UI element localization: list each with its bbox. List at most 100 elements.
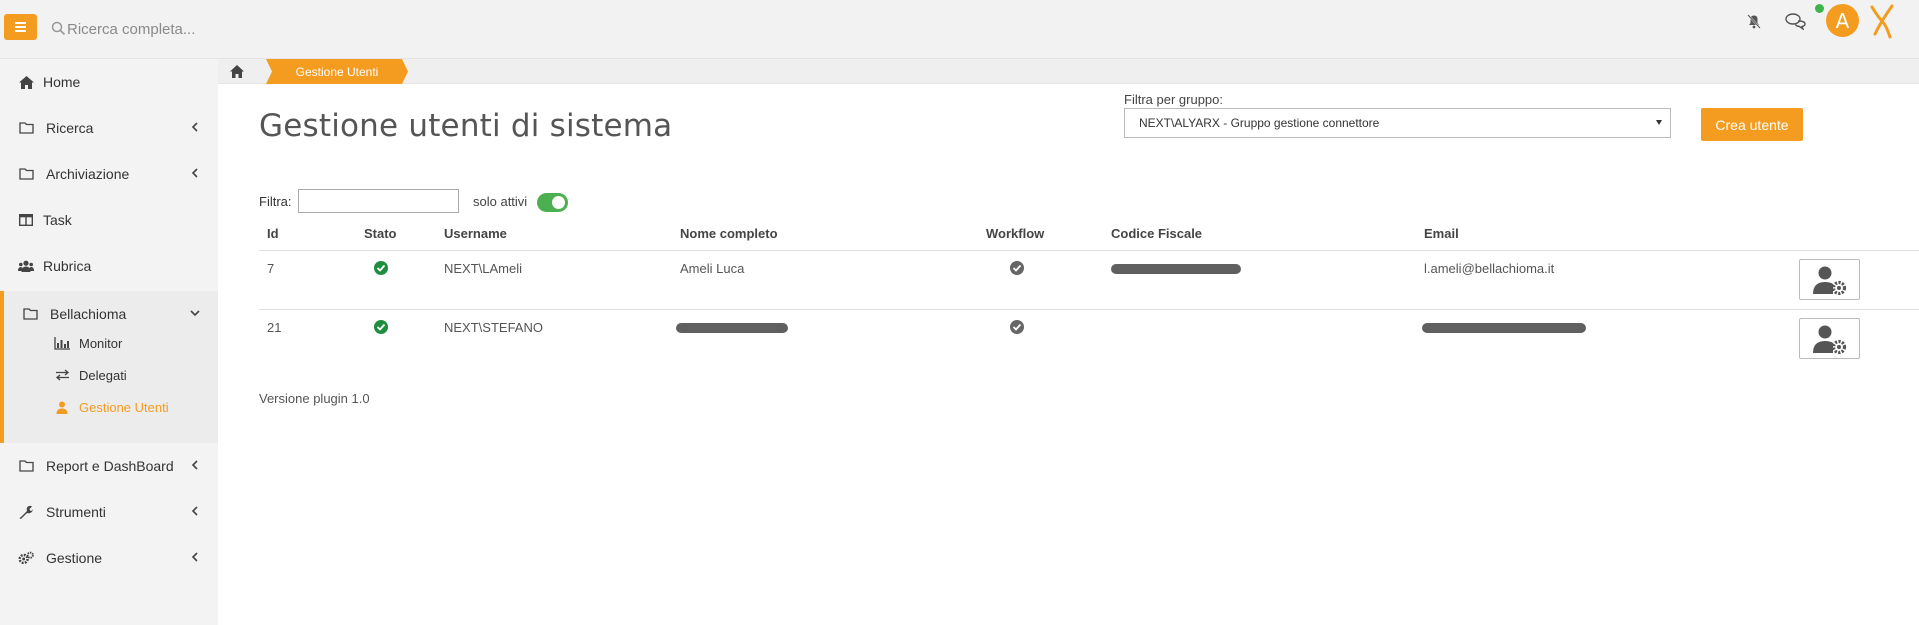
toggle-knob <box>552 196 565 209</box>
column-header-stato[interactable]: Stato <box>364 226 397 241</box>
sidebar-subitem-monitor[interactable]: Monitor <box>4 327 218 359</box>
chevron-left-icon <box>191 552 198 562</box>
group-filter-select[interactable]: NEXT\ALYARX - Gruppo gestione connettore <box>1124 108 1671 138</box>
user-settings-button[interactable] <box>1799 259 1860 300</box>
breadcrumb: Gestione Utenti <box>218 59 1919 84</box>
sidebar: Home Ricerca Archiviazione Task Rubrica <box>0 59 218 625</box>
folder-icon <box>18 120 34 136</box>
group-filter-label: Filtra per gruppo: <box>1124 92 1223 107</box>
group-filter-value: NEXT\ALYARX - Gruppo gestione connettore <box>1139 116 1380 130</box>
sidebar-item-ricerca[interactable]: Ricerca <box>0 105 218 151</box>
table-header-divider <box>259 250 1919 251</box>
column-header-nome-completo[interactable]: Nome completo <box>680 226 778 241</box>
chat-icon[interactable] <box>1783 8 1809 34</box>
column-header-id[interactable]: Id <box>267 226 279 241</box>
chevron-left-icon <box>191 122 198 132</box>
redacted-nome-completo <box>676 323 788 333</box>
folder-icon <box>18 166 34 182</box>
user-settings-button[interactable] <box>1799 318 1860 359</box>
user-cog-icon <box>1812 325 1846 354</box>
top-bar: A <box>0 0 1919 59</box>
menu-bar-line <box>15 26 26 28</box>
workflow-check-icon <box>1010 261 1024 275</box>
menu-bar-line <box>15 22 26 24</box>
filter-label: Filtra: <box>259 194 292 209</box>
sidebar-item-gestione[interactable]: Gestione <box>0 535 218 581</box>
search-input[interactable] <box>67 16 387 42</box>
user-cog-icon <box>1812 266 1846 295</box>
column-header-codice-fiscale[interactable]: Codice Fiscale <box>1111 226 1202 241</box>
create-user-button[interactable]: Crea utente <box>1701 108 1803 141</box>
active-status-icon <box>374 261 388 275</box>
cell-nome-completo: Ameli Luca <box>680 261 745 276</box>
plugin-version: Versione plugin 1.0 <box>259 391 370 406</box>
only-active-label: solo attivi <box>473 194 528 209</box>
sidebar-item-label: Rubrica <box>43 258 92 274</box>
sidebar-subitem-delegati[interactable]: Delegati <box>4 359 218 391</box>
columns-icon <box>18 212 34 228</box>
sidebar-subitem-label: Delegati <box>79 367 127 383</box>
avatar[interactable]: A <box>1826 4 1859 37</box>
sidebar-item-task[interactable]: Task <box>0 197 218 243</box>
workflow-check-icon <box>1010 320 1024 334</box>
redacted-codice-fiscale <box>1111 264 1241 274</box>
dropdown-caret-icon <box>1656 120 1662 125</box>
sidebar-item-label: Ricerca <box>46 120 94 136</box>
sidebar-item-label: Strumenti <box>46 504 106 520</box>
exchange-icon <box>54 367 70 383</box>
chevron-down-icon <box>190 310 200 317</box>
breadcrumb-label: Gestione Utenti <box>295 64 379 79</box>
users-icon <box>18 258 34 274</box>
sidebar-subitem-label: Gestione Utenti <box>79 399 169 415</box>
cell-id: 7 <box>267 261 275 276</box>
chart-icon <box>54 335 70 351</box>
filter-input[interactable] <box>298 189 459 213</box>
sidebar-subitem-gestione-utenti[interactable]: Gestione Utenti <box>4 391 218 423</box>
menu-toggle-button[interactable] <box>4 14 37 40</box>
sidebar-item-label: Report e DashBoard <box>46 458 174 474</box>
sidebar-item-strumenti[interactable]: Strumenti <box>0 489 218 535</box>
comments-icon <box>1785 13 1806 30</box>
folder-open-icon <box>22 306 38 322</box>
sidebar-item-label: Gestione <box>46 550 103 566</box>
home-icon <box>18 74 34 90</box>
sidebar-subitem-label: Monitor <box>79 335 123 351</box>
column-header-workflow[interactable]: Workflow <box>986 226 1044 241</box>
cell-id: 21 <box>267 320 282 335</box>
column-header-email[interactable]: Email <box>1424 226 1459 241</box>
bell-slash-icon <box>1747 14 1761 29</box>
table-row-divider <box>259 309 1919 310</box>
menu-bar-line <box>15 30 26 32</box>
home-icon[interactable] <box>230 65 244 78</box>
sidebar-group-bellachioma: Bellachioma Monitor Delegati Gestione Ut… <box>0 291 218 443</box>
sidebar-item-label: Archiviazione <box>46 166 130 182</box>
sidebar-item-report-dashboard[interactable]: Report e DashBoard <box>0 443 218 489</box>
page-title: Gestione utenti di sistema <box>259 108 673 144</box>
sidebar-item-home[interactable]: Home <box>0 59 218 105</box>
sidebar-item-archiviazione[interactable]: Archiviazione <box>0 151 218 197</box>
chevron-left-icon <box>191 460 198 470</box>
column-header-username[interactable]: Username <box>444 226 507 241</box>
cell-email: l.ameli@bellachioma.it <box>1424 261 1555 276</box>
search-icon <box>51 21 66 36</box>
chevron-left-icon <box>191 506 198 516</box>
redacted-email <box>1422 323 1586 333</box>
wrench-icon <box>18 504 34 520</box>
sidebar-item-rubrica[interactable]: Rubrica <box>0 243 218 289</box>
cell-username: NEXT\LAmeli <box>444 261 523 276</box>
gears-icon <box>18 550 34 566</box>
online-status-dot <box>1815 4 1824 13</box>
folder-icon <box>18 458 34 474</box>
breadcrumb-item-current: Gestione Utenti <box>266 59 408 84</box>
sidebar-item-label: Bellachioma <box>50 306 127 322</box>
notifications-icon[interactable] <box>1741 8 1767 34</box>
active-status-icon <box>374 320 388 334</box>
cell-username: NEXT\STEFANO <box>444 320 543 335</box>
user-icon <box>54 399 70 415</box>
sidebar-item-label: Task <box>43 212 72 228</box>
brand-logo <box>1867 2 1897 40</box>
chevron-left-icon <box>191 168 198 178</box>
logo-icon <box>1870 4 1894 39</box>
only-active-toggle[interactable] <box>537 193 568 212</box>
sidebar-item-label: Home <box>43 74 81 90</box>
